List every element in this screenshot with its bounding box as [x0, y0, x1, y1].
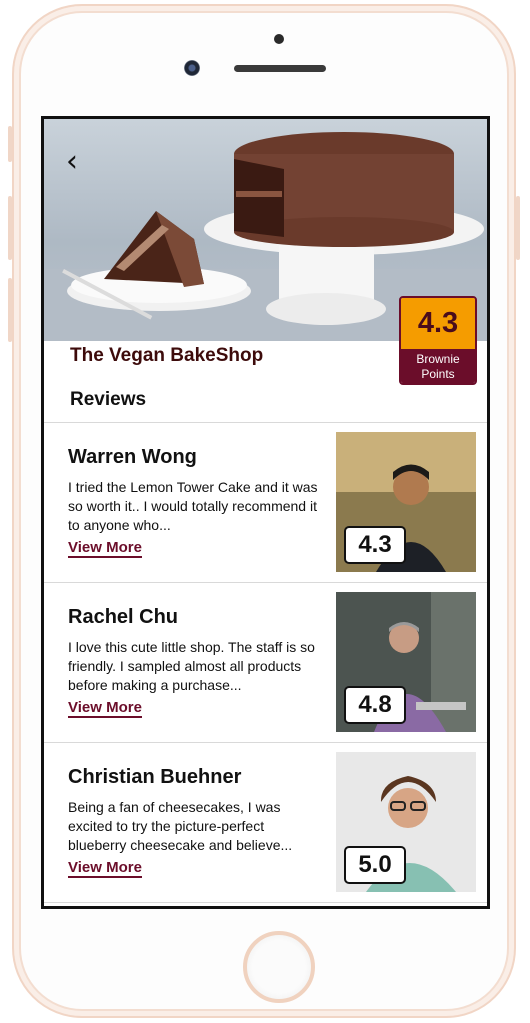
power-button: [516, 196, 520, 260]
review-score: 5.0: [344, 846, 406, 884]
review-score: 4.8: [344, 686, 406, 724]
review-text: I love this cute little shop. The staff …: [68, 639, 315, 693]
divider: [44, 902, 487, 903]
reviewer-name: Rachel Chu: [68, 606, 179, 628]
shop-rating-label: Brownie Points: [401, 349, 475, 383]
review-score: 4.3: [344, 526, 406, 564]
reviewer-name: Warren Wong: [68, 446, 197, 468]
back-chevron-icon[interactable]: ‹: [66, 147, 78, 177]
reviewer-photo: 4.3: [336, 432, 476, 572]
view-more-link[interactable]: View More: [68, 699, 142, 718]
review-card: Christian Buehner Being a fan of cheesec…: [44, 742, 487, 902]
reviews-heading: Reviews: [70, 389, 147, 410]
shop-rating-value: 4.3: [401, 298, 475, 349]
review-card: Warren Wong I tried the Lemon Tower Cake…: [44, 422, 487, 582]
home-button[interactable]: [243, 931, 315, 1003]
reviewer-photo: 4.8: [336, 592, 476, 732]
review-card: Rachel Chu I love this cute little shop.…: [44, 582, 487, 742]
shop-title: The Vegan BakeShop: [70, 345, 264, 366]
view-more-link[interactable]: View More: [68, 859, 142, 878]
reviewer-name: Christian Buehner: [68, 766, 242, 788]
volume-down-button: [8, 278, 12, 342]
mute-switch: [8, 126, 12, 162]
proximity-sensor: [274, 34, 284, 44]
view-more-link[interactable]: View More: [68, 539, 142, 558]
reviewer-photo: 5.0: [336, 752, 476, 892]
front-camera: [184, 60, 200, 76]
volume-up-button: [8, 196, 12, 260]
shop-rating-badge: 4.3 Brownie Points: [399, 296, 477, 385]
review-text: Being a fan of cheesecakes, I was excite…: [68, 799, 293, 853]
earpiece-speaker: [234, 65, 326, 72]
app-screen: ‹ The Vegan BakeShop 4.3 Brownie Points …: [41, 116, 490, 909]
review-text: I tried the Lemon Tower Cake and it was …: [68, 479, 318, 533]
